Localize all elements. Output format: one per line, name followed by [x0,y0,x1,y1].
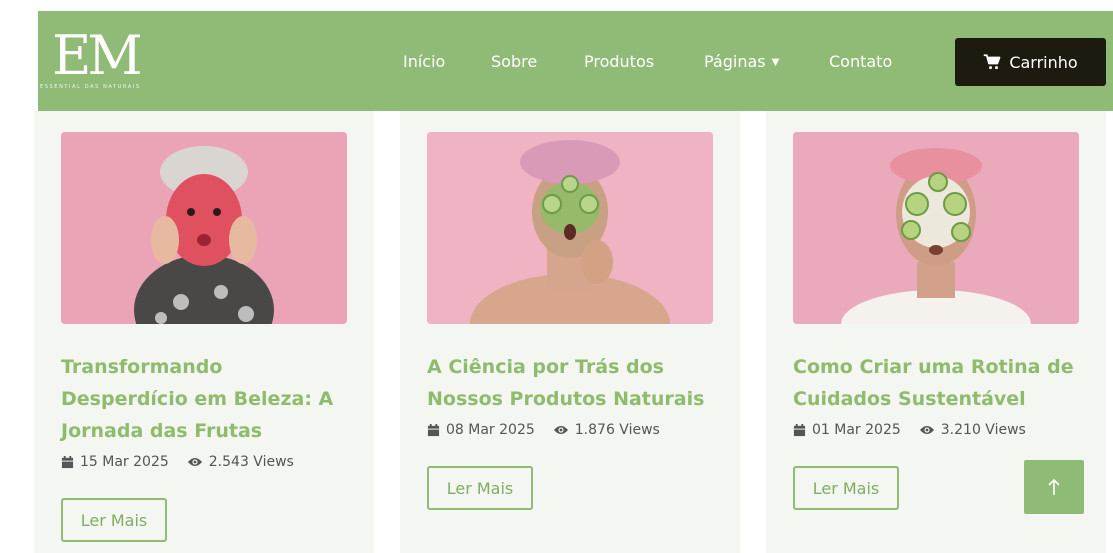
nav-link-contact[interactable]: Contato [829,52,892,71]
calendar-icon [427,423,440,436]
cart-icon [984,54,1001,70]
arrow-up-icon [1048,478,1060,495]
post-meta: 15 Mar 2025 2.543 Views [61,454,294,470]
post-views-count: 3.210 Views [940,422,1026,438]
post-meta: 08 Mar 2025 1.876 Views [427,422,660,438]
scroll-to-top-button[interactable] [1024,460,1084,514]
post-image[interactable] [61,132,347,324]
eye-icon [553,426,568,434]
nav-link-pages-label: Páginas [704,52,766,71]
post-title[interactable]: Transformando Desperdício em Beleza: A J… [61,351,351,447]
post-views: 2.543 Views [187,454,294,470]
post-date: 08 Mar 2025 [446,422,535,438]
read-more-button[interactable]: Ler Mais [61,498,167,542]
eye-icon [919,426,934,434]
post-image[interactable] [793,132,1079,324]
nav-link-home[interactable]: Início [403,52,445,71]
nav-link-products[interactable]: Produtos [584,52,654,71]
read-more-button[interactable]: Ler Mais [793,466,899,510]
post-title[interactable]: Como Criar uma Rotina de Cuidados Susten… [793,351,1083,415]
logo-tagline: ESSENTIAL DAS NATURAIS [40,84,141,90]
eye-icon [187,458,202,466]
cart-label: Carrinho [1009,52,1078,72]
logo[interactable]: EM ESSENTIAL DAS NATURAIS [40,27,150,91]
post-meta: 01 Mar 2025 3.210 Views [793,422,1026,438]
post-views-count: 2.543 Views [208,454,294,470]
blog-card: A Ciência por Trás dos Nossos Produtos N… [400,111,740,553]
post-date: 15 Mar 2025 [80,454,169,470]
post-date: 01 Mar 2025 [812,422,901,438]
cart-button[interactable]: Carrinho [955,38,1106,86]
post-image[interactable] [427,132,713,324]
post-views: 1.876 Views [553,422,660,438]
logo-monogram: EM [52,24,143,87]
page: EM ESSENTIAL DAS NATURAIS Início Sobre P… [0,0,1113,553]
post-title[interactable]: A Ciência por Trás dos Nossos Produtos N… [427,351,717,415]
nav-link-about[interactable]: Sobre [491,52,537,71]
calendar-icon [793,423,806,436]
post-views-count: 1.876 Views [574,422,660,438]
calendar-icon [61,455,74,468]
post-views: 3.210 Views [919,422,1026,438]
navbar: EM ESSENTIAL DAS NATURAIS Início Sobre P… [38,11,1113,111]
read-more-button[interactable]: Ler Mais [427,466,533,510]
blog-card: Transformando Desperdício em Beleza: A J… [34,111,374,553]
chevron-down-icon: ▼ [771,57,780,68]
nav-link-pages[interactable]: Páginas ▼ [704,52,779,71]
